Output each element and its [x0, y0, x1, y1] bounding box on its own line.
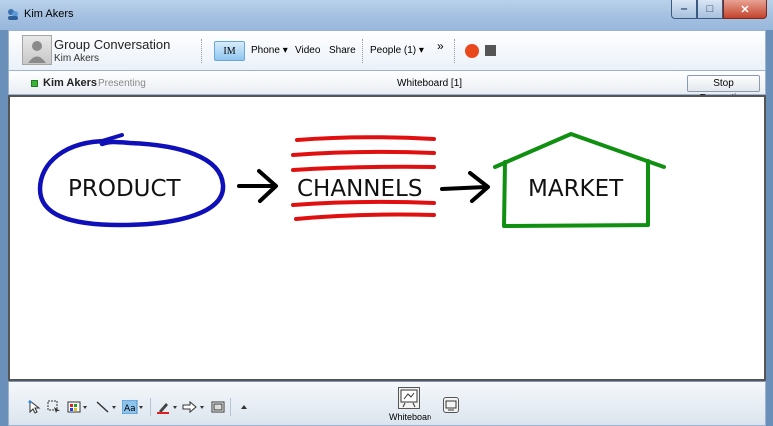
select-icon[interactable] — [47, 400, 61, 414]
window-titlebar: Kim Akers ‒ □ ✕ — [0, 0, 773, 30]
whiteboard-tab-icon[interactable] — [398, 387, 420, 409]
channels-word: CHANNELS — [297, 176, 422, 202]
stop-presenting-button[interactable]: Stop Presenting — [687, 75, 760, 104]
minimize-button[interactable]: ‒ — [671, 0, 697, 19]
people-label: People (1) — [370, 45, 417, 56]
conversation-participant: Kim Akers — [54, 53, 100, 64]
arrow-2 — [440, 171, 490, 203]
close-button[interactable]: ✕ — [723, 0, 767, 19]
phone-label: Phone — [251, 45, 280, 56]
window-title: Kim Akers — [24, 8, 74, 20]
collapse-icon[interactable] — [239, 400, 249, 414]
pen-icon[interactable] — [156, 400, 180, 414]
presenter-name: Kim Akers — [43, 77, 98, 89]
toolbar-separator — [230, 398, 231, 416]
market-word: MARKET — [528, 176, 624, 202]
record-button[interactable] — [465, 44, 479, 58]
share-content-icon[interactable] — [443, 397, 459, 413]
share-button[interactable]: Share — [325, 41, 360, 61]
toolbar-divider — [362, 39, 363, 63]
people-button[interactable]: People (1) ▾ — [366, 41, 428, 61]
line-icon[interactable] — [95, 400, 119, 414]
arrow-1 — [237, 169, 278, 203]
svg-text:Aa: Aa — [124, 404, 136, 414]
toolbar-separator — [150, 398, 151, 416]
person-icon — [28, 41, 46, 63]
app-icon — [8, 9, 18, 20]
whiteboard-canvas[interactable]: PRODUCT CHANNELS MARKET — [8, 95, 766, 381]
arrow-shape-icon[interactable] — [182, 400, 208, 414]
color-grid-icon[interactable] — [67, 400, 89, 414]
whiteboard-drawing: PRODUCT CHANNELS MARKET — [37, 132, 666, 228]
more-options-button[interactable]: » — [433, 36, 448, 56]
stage-bar: Kim Akers Presenting Whiteboard [1] Stop… — [8, 70, 766, 104]
toolbar-divider — [454, 39, 455, 63]
toolbar-divider — [201, 39, 202, 63]
pointer-icon[interactable] — [27, 399, 43, 414]
product-word: PRODUCT — [68, 176, 182, 202]
conversation-title: Group Conversation — [54, 37, 171, 52]
presence-status-icon — [31, 80, 38, 87]
frame-icon[interactable] — [211, 400, 225, 414]
video-button[interactable]: Video — [291, 41, 324, 61]
stage-title: Whiteboard [1] — [397, 78, 463, 89]
phone-button[interactable]: Phone ▾ — [247, 41, 292, 61]
presenter-status: Presenting — [98, 78, 146, 89]
maximize-button[interactable]: □ — [697, 0, 723, 19]
stop-recording-button[interactable] — [485, 45, 496, 56]
whiteboard-tab-label[interactable]: Whiteboard — [389, 412, 431, 422]
whiteboard-toolbar: Aa Whiteboard — [8, 381, 766, 426]
conversation-header: Group Conversation Kim Akers IM Phone ▾ … — [8, 30, 766, 70]
avatar[interactable] — [22, 35, 52, 65]
im-button[interactable]: IM — [214, 41, 245, 61]
text-icon[interactable]: Aa — [121, 399, 146, 415]
